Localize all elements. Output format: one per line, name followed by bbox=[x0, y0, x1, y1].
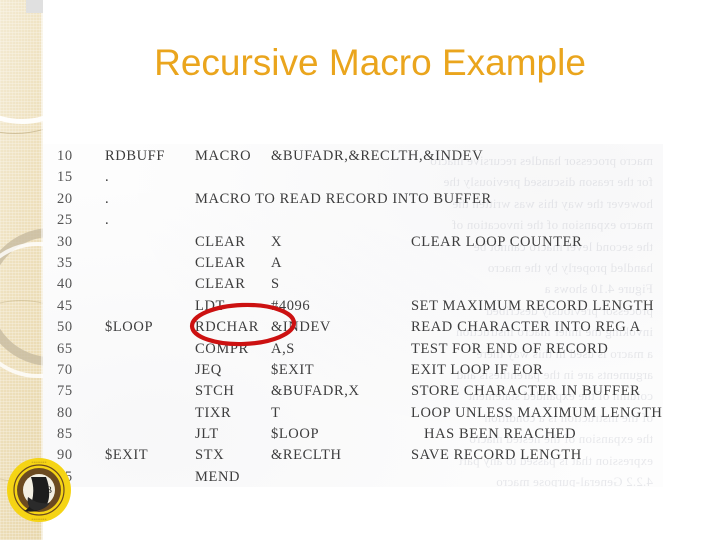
code-operand: $EXIT bbox=[271, 361, 315, 378]
code-line: 95MEND bbox=[43, 469, 663, 487]
code-line-number: 20 bbox=[57, 190, 73, 207]
code-comment: HAS BEEN REACHED bbox=[424, 426, 577, 443]
seal-letter: B bbox=[46, 485, 52, 495]
code-line: 40 CLEAR S bbox=[43, 276, 663, 297]
code-operand: T bbox=[271, 404, 281, 421]
code-line-number: 40 bbox=[57, 276, 73, 293]
code-operand: A bbox=[271, 254, 283, 271]
code-operand: &BUFADR,&RECLTH,&INDEV bbox=[271, 148, 484, 164]
decorative-arc-white-ring bbox=[0, 242, 43, 378]
code-line: 75 STCH &BUFADR,X STORE CHARACTER IN BUFFER bbox=[43, 383, 663, 404]
code-comment: EXIT LOOP IF EOR bbox=[411, 361, 544, 378]
code-operand: X bbox=[271, 233, 283, 250]
code-opcode: STCH bbox=[195, 383, 235, 400]
svg-text:• • • • • • • •: • • • • • • • • bbox=[32, 460, 47, 464]
code-line-number: 85 bbox=[57, 426, 73, 443]
code-line: 20. MACRO TO READ RECORD INTO BUFFER bbox=[43, 191, 663, 212]
code-comment: TEST FOR END OF RECORD bbox=[411, 340, 609, 357]
code-line: 50 $LOOP RDCHAR &INDEV READ CHARACTER INTO R… bbox=[43, 319, 663, 340]
code-opcode: COMPR bbox=[195, 340, 249, 357]
code-label: . bbox=[105, 212, 110, 229]
code-label: $LOOP bbox=[105, 319, 154, 336]
code-opcode: MACRO TO READ RECORD INTO BUFFER bbox=[195, 190, 492, 207]
code-line-number: 50 bbox=[57, 319, 73, 336]
code-line-number: 45 bbox=[57, 297, 73, 314]
code-label: $EXIT bbox=[105, 447, 149, 464]
code-listing-scan: macro processor handles recursive macro f… bbox=[43, 144, 663, 487]
decorative-arc-white-top bbox=[0, 0, 43, 124]
code-comment: READ CHARACTER INTO REG A bbox=[411, 319, 641, 336]
code-comment: LOOP UNLESS MAXIMUM LENGTH bbox=[411, 404, 663, 421]
code-line-number: 70 bbox=[57, 361, 73, 378]
code-operand: &INDEV bbox=[271, 319, 331, 336]
code-line: 70 JEQ $EXIT EXIT LOOP IF EOR bbox=[43, 362, 663, 383]
code-line: 80 TIXR T LOOP UNLESS MAXIMUM LENGTH bbox=[43, 405, 663, 426]
university-seal-logo: B • • • • • • • • • • • • • • • • bbox=[7, 458, 71, 522]
code-label: RDBUFF bbox=[105, 148, 166, 164]
code-comment: SAVE RECORD LENGTH bbox=[411, 447, 582, 464]
code-comment: CLEAR LOOP COUNTER bbox=[411, 233, 583, 250]
code-opcode: RDCHAR bbox=[195, 319, 260, 336]
code-line: 65 COMPR A,S TEST FOR END OF RECORD bbox=[43, 341, 663, 362]
code-opcode: JEQ bbox=[195, 361, 222, 378]
code-line-number: 15 bbox=[57, 169, 73, 186]
code-opcode: MACRO bbox=[195, 148, 252, 164]
code-line-number: 30 bbox=[57, 233, 73, 250]
code-line: 85 JLT $LOOP HAS BEEN REACHED bbox=[43, 426, 663, 447]
code-opcode: CLEAR bbox=[195, 254, 246, 271]
code-opcode: CLEAR bbox=[195, 233, 246, 250]
code-comment: STORE CHARACTER IN BUFFER bbox=[411, 383, 641, 400]
code-line-number: 35 bbox=[57, 254, 73, 271]
code-line: 30 CLEAR X CLEAR LOOP COUNTER bbox=[43, 234, 663, 255]
code-operand: #4096 bbox=[271, 297, 311, 314]
code-opcode: STX bbox=[195, 447, 225, 464]
code-line-number: 10 bbox=[57, 148, 73, 164]
slide-title: Recursive Macro Example bbox=[154, 42, 586, 83]
code-opcode: JLT bbox=[195, 426, 219, 443]
code-line: 25. bbox=[43, 212, 663, 233]
code-line-number: 25 bbox=[57, 212, 73, 229]
code-line: 15. bbox=[43, 169, 663, 190]
code-label: . bbox=[105, 190, 110, 207]
code-label: . bbox=[105, 169, 110, 186]
code-line-number: 80 bbox=[57, 404, 73, 421]
slide-canvas: Recursive Macro Example macro processor … bbox=[0, 0, 720, 540]
sidebar-top-cap bbox=[26, 0, 43, 13]
code-operand: &BUFADR,X bbox=[271, 383, 360, 400]
code-opcode: MEND bbox=[195, 468, 241, 485]
code-line: 90 $EXIT STX &RECLTH SAVE RECORD LENGTH bbox=[43, 447, 663, 468]
code-listing-lines: 10 RDBUFF MACRO &BUFADR,&RECLTH,&INDEV 15. 20… bbox=[43, 144, 663, 487]
code-line-number: 65 bbox=[57, 340, 73, 357]
code-opcode: CLEAR bbox=[195, 276, 246, 293]
code-line: 35 CLEAR A bbox=[43, 255, 663, 276]
code-line: 45 LDT #4096 SET MAXIMUM RECORD LENGTH bbox=[43, 298, 663, 319]
code-comment: SET MAXIMUM RECORD LENGTH bbox=[411, 297, 655, 314]
code-line: 10 RDBUFF MACRO &BUFADR,&RECLTH,&INDEV bbox=[43, 148, 663, 169]
code-opcode: LDT bbox=[195, 297, 225, 314]
code-line-number: 75 bbox=[57, 383, 73, 400]
code-operand: S bbox=[271, 276, 280, 293]
code-operand: $LOOP bbox=[271, 426, 320, 443]
code-opcode: TIXR bbox=[195, 404, 232, 421]
code-operand: &RECLTH bbox=[271, 447, 342, 464]
svg-text:• • • • • • • •: • • • • • • • • bbox=[32, 517, 47, 521]
code-operand: A,S bbox=[271, 340, 295, 357]
